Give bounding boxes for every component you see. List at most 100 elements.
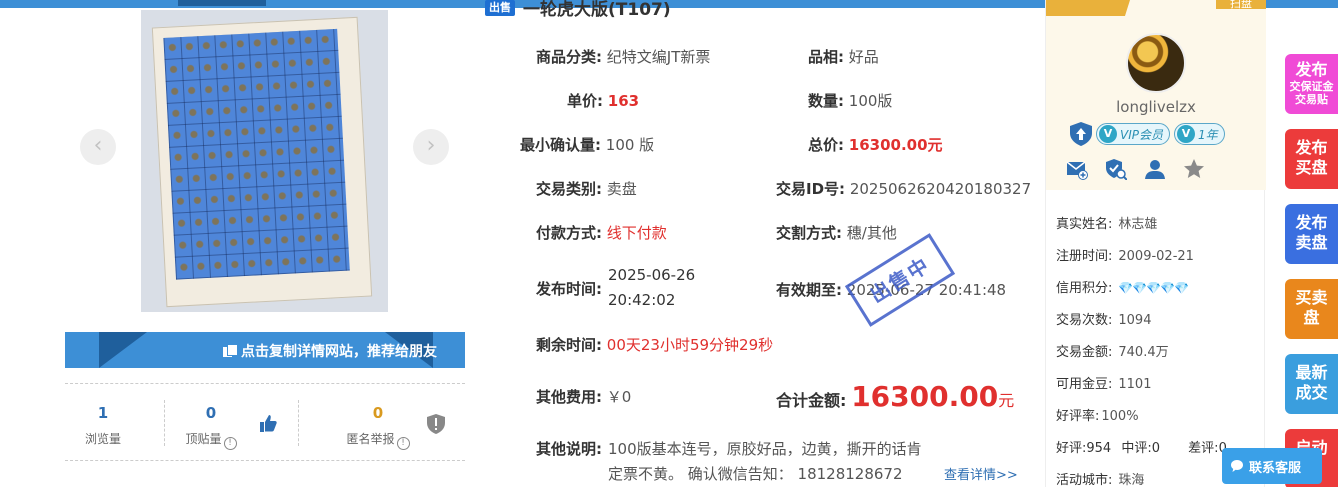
views-count: 1 <box>97 404 109 422</box>
on-sale-stamp: 出售中 <box>844 233 956 327</box>
corner-tag: 扫盘 <box>1216 0 1266 9</box>
credit-diamonds-icon: 💎💎💎💎💎 <box>1118 281 1189 295</box>
notes-label-row: 其他说明: <box>536 438 602 459</box>
help-icon[interactable]: ! <box>396 437 410 450</box>
vip-badge: V VIP会员 <box>1096 123 1170 145</box>
total-value: 16300.00元 <box>848 136 943 154</box>
category-value: 纪特文编JT新票 <box>606 48 711 66</box>
category-row: 商品分类: 纪特文编JT新票 <box>536 46 710 67</box>
post-label: 发布 <box>1295 213 1328 232</box>
seller-username[interactable]: longlivelzx <box>1046 98 1266 116</box>
seller-header-accent <box>1046 0 1130 16</box>
reports-label: 匿名举报 <box>346 432 395 446</box>
product-photo[interactable] <box>141 10 388 312</box>
condition-label: 品相: <box>808 48 844 66</box>
payment-value: 线下付款 <box>606 224 667 242</box>
bad-label: 差评: <box>1188 441 1219 456</box>
latest-deals-button[interactable]: 最新 成交 <box>1285 354 1338 414</box>
post-sell-button[interactable]: 发布 卖盘 <box>1285 204 1338 264</box>
user-profile-icon[interactable] <box>1144 158 1166 180</box>
trade-type-row: 交易类别: 卖盘 <box>536 178 637 199</box>
stats-bar: 1 浏览量 0 顶贴量! 0 匿名举报! <box>65 383 465 461</box>
reg-date-value: 2009-02-21 <box>1118 249 1194 264</box>
banner-decoration-left <box>99 332 147 368</box>
sum-row: 合计金额: 16300.00元 <box>776 380 1014 413</box>
trade-id-label: 交易ID号: <box>776 180 846 198</box>
real-name-value: 林志雄 <box>1118 217 1158 232</box>
publish-label: 发布时间: <box>536 280 602 298</box>
contact-support-button[interactable]: 联系客服 <box>1222 448 1322 484</box>
favorite-star-icon[interactable] <box>1183 158 1205 180</box>
unit-price-value: 163 <box>607 92 640 110</box>
credit-label: 信用积分: <box>1056 281 1113 296</box>
contact-support-label: 联系客服 <box>1249 460 1302 476</box>
listing-title-row: 出售 一轮虎大版(T107) <box>485 0 671 22</box>
bumps-count: 0 <box>205 404 217 422</box>
thumbs-up-icon[interactable] <box>258 413 278 433</box>
credit-row: 信用积分: 💎💎💎💎💎 <box>1056 277 1189 296</box>
unit-price-row: 单价: 163 <box>567 90 639 111</box>
min-confirm-row: 最小确认量: 100 版 <box>520 134 654 155</box>
buy-sell-orders-button[interactable]: 买卖 盘 <box>1285 279 1338 339</box>
security-check-icon[interactable] <box>1105 158 1127 180</box>
views-label: 浏览量 <box>84 432 121 446</box>
remaining-value: 00天23小时59分钟29秒 <box>606 336 774 354</box>
seller-panel: 扫盘 longlivelzx V VIP会员 V 1年 真实姓名: 林志雄 注册时间:… <box>1045 0 1266 487</box>
seller-badges: V VIP会员 V 1年 <box>1070 121 1225 147</box>
post-deposit-trade-button[interactable]: 发布 交保证金 交易贴 <box>1285 54 1338 114</box>
publish-date: 2025-06-26 <box>608 266 696 284</box>
notes-line-1: 100版基本连号，原胶好品，边黄，撕开的话肯 <box>608 440 922 458</box>
stat-reports: 0 匿名举报! <box>331 384 425 462</box>
expiry-label: 有效期至: <box>776 281 842 299</box>
avatar[interactable] <box>1126 33 1186 93</box>
quantity-label: 数量: <box>808 92 844 110</box>
amount-label: 交易金额: <box>1056 345 1113 360</box>
copy-link-banner[interactable]: 点击复制详情网站，推荐给朋友 <box>65 332 465 368</box>
post-label: 发布 <box>1295 138 1328 157</box>
total-label: 总价: <box>808 136 844 154</box>
stamp-sheet-image <box>151 16 373 308</box>
quantity-row: 数量: 100版 <box>808 90 892 111</box>
notes-label: 其他说明: <box>536 440 602 458</box>
message-icon[interactable] <box>1066 158 1088 180</box>
rate-value: 100% <box>1101 409 1139 424</box>
active-nav-tab[interactable] <box>178 0 266 6</box>
amount-row: 交易金额: 740.4万 <box>1056 341 1169 360</box>
trades-label: 交易次数: <box>1056 313 1113 328</box>
real-name-label: 真实姓名: <box>1056 217 1113 232</box>
post-buy-button[interactable]: 发布 买盘 <box>1285 129 1338 189</box>
fees-value: ￥0 <box>606 388 632 406</box>
reports-count: 0 <box>372 404 384 422</box>
bumps-label: 顶贴量 <box>185 432 222 446</box>
vip-v-icon: V <box>1177 125 1195 143</box>
post-label: 发布 <box>1295 60 1328 79</box>
vip-v-icon: V <box>1099 125 1117 143</box>
help-icon[interactable]: ! <box>223 437 237 450</box>
trades-row: 交易次数: 1094 <box>1056 309 1151 328</box>
orders-label: 盘 <box>1303 308 1320 327</box>
sum-label: 合计金额: <box>776 391 847 410</box>
remaining-row: 剩余时间: 00天23小时59分钟29秒 <box>536 334 773 355</box>
publish-label-row: 发布时间: <box>536 278 602 299</box>
seller-header: 扫盘 longlivelzx V VIP会员 V 1年 <box>1046 0 1266 190</box>
trade-post-label: 交易贴 <box>1295 93 1328 106</box>
listing-title: 一轮虎大版(T107) <box>523 0 671 20</box>
sum-unit: 元 <box>998 391 1015 410</box>
chat-bubble-icon <box>1231 460 1243 472</box>
gallery-next-button[interactable]: › <box>413 129 449 165</box>
latest-label: 最新 <box>1295 363 1328 382</box>
trade-type-label: 交易类别: <box>536 180 602 198</box>
remaining-label: 剩余时间: <box>536 336 602 354</box>
gallery-prev-button[interactable]: ‹ <box>80 129 116 165</box>
deals-label: 成交 <box>1295 383 1328 402</box>
sum-value: 16300.00 <box>851 380 999 413</box>
report-shield-icon[interactable] <box>427 414 445 434</box>
amount-value: 740.4万 <box>1118 345 1169 360</box>
delivery-row: 交割方式: 穗/其他 <box>776 222 897 243</box>
reviews-row: 好评:954 中评:0 差评:0 <box>1056 437 1227 456</box>
copy-icon <box>223 344 238 358</box>
view-details-link[interactable]: 查看详情>> <box>944 464 1018 483</box>
unit-price-label: 单价: <box>567 92 603 110</box>
mid-value: 0 <box>1151 441 1161 456</box>
bumps-label-wrap: 顶贴量! <box>175 430 247 450</box>
